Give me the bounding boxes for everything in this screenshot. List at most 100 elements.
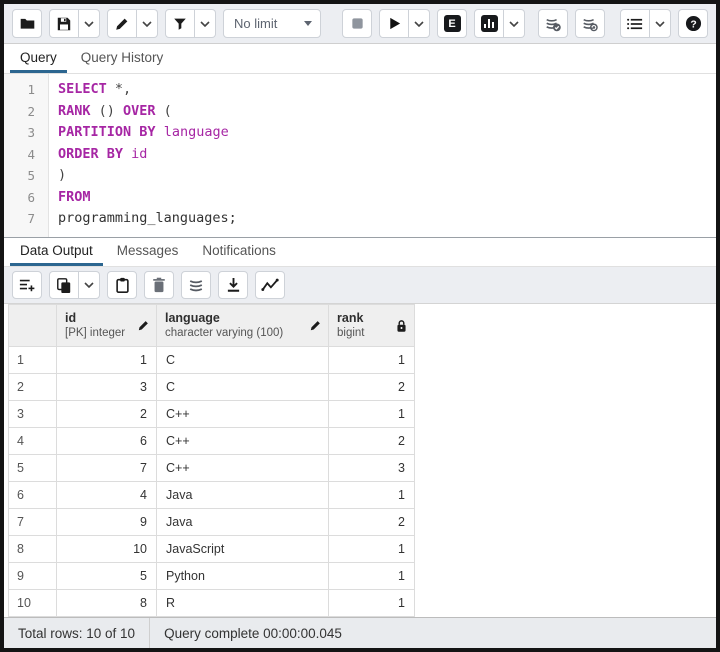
edit-options-button[interactable] (137, 9, 158, 38)
line-number: 4 (4, 144, 48, 166)
row-number-cell[interactable]: 10 (9, 590, 57, 617)
code-line[interactable]: 1SELECT *, (4, 79, 716, 101)
cell-language[interactable]: C (157, 347, 329, 374)
table-row: 64Java1 (9, 482, 415, 509)
cell-rank[interactable]: 3 (329, 455, 415, 482)
save-options-button[interactable] (79, 9, 100, 38)
row-number-cell[interactable]: 4 (9, 428, 57, 455)
code-line[interactable]: 4ORDER BY id (4, 144, 716, 166)
cell-id[interactable]: 7 (57, 455, 157, 482)
cell-language[interactable]: C++ (157, 401, 329, 428)
data-output-toolbar (4, 267, 716, 304)
row-number-cell[interactable]: 2 (9, 374, 57, 401)
code-line[interactable]: 7programming_languages; (4, 208, 716, 230)
save-button[interactable] (49, 9, 79, 38)
copy-options-button[interactable] (79, 271, 100, 299)
explain-button[interactable]: E (437, 9, 467, 38)
cell-language[interactable]: C++ (157, 455, 329, 482)
cell-id[interactable]: 2 (57, 401, 157, 428)
cell-language[interactable]: Java (157, 509, 329, 536)
column-header-id[interactable]: id [PK] integer (57, 305, 157, 347)
line-number: 6 (4, 187, 48, 209)
cell-language[interactable]: R (157, 590, 329, 617)
cell-id[interactable]: 6 (57, 428, 157, 455)
cell-id[interactable]: 4 (57, 482, 157, 509)
sql-lines: 1SELECT *,2RANK () OVER (3PARTITION BY l… (4, 79, 716, 230)
editor-tabbar: Query Query History (4, 44, 716, 74)
save-data-changes-button[interactable] (181, 271, 211, 299)
code-line[interactable]: 3PARTITION BY language (4, 122, 716, 144)
cell-id[interactable]: 8 (57, 590, 157, 617)
row-number-cell[interactable]: 9 (9, 563, 57, 590)
tab-data-output[interactable]: Data Output (10, 238, 103, 266)
cell-id[interactable]: 10 (57, 536, 157, 563)
cell-id[interactable]: 5 (57, 563, 157, 590)
delete-row-button[interactable] (144, 271, 174, 299)
edit-button[interactable] (107, 9, 137, 38)
row-number-cell[interactable]: 8 (9, 536, 57, 563)
row-number-cell[interactable]: 5 (9, 455, 57, 482)
explain-analyze-button[interactable] (474, 9, 504, 38)
cell-id[interactable]: 1 (57, 347, 157, 374)
add-row-button[interactable] (12, 271, 42, 299)
cell-rank[interactable]: 1 (329, 482, 415, 509)
select-all-corner[interactable] (9, 305, 57, 347)
cell-id[interactable]: 9 (57, 509, 157, 536)
sql-editor[interactable]: 1SELECT *,2RANK () OVER (3PARTITION BY l… (4, 74, 716, 237)
cell-rank[interactable]: 1 (329, 590, 415, 617)
column-header-language[interactable]: language character varying (100) (157, 305, 329, 347)
table-row: 79Java2 (9, 509, 415, 536)
execute-options-button[interactable] (409, 9, 430, 38)
tab-query[interactable]: Query (10, 44, 67, 73)
row-number-cell[interactable]: 3 (9, 401, 57, 428)
clipboard-icon (115, 277, 130, 294)
cell-rank[interactable]: 2 (329, 374, 415, 401)
execute-button[interactable] (379, 9, 409, 38)
explain-options-button[interactable] (504, 9, 525, 38)
table-row: 46C++2 (9, 428, 415, 455)
filter-button[interactable] (165, 9, 195, 38)
tab-messages[interactable]: Messages (107, 238, 189, 266)
cell-language[interactable]: Java (157, 482, 329, 509)
cell-rank[interactable]: 1 (329, 563, 415, 590)
tab-data-output-label: Data Output (20, 243, 93, 258)
svg-text:?: ? (690, 19, 696, 30)
cell-rank[interactable]: 1 (329, 347, 415, 374)
download-csv-button[interactable] (218, 271, 248, 299)
results-grid-area: id [PK] integer language ch (4, 304, 716, 617)
cell-rank[interactable]: 1 (329, 401, 415, 428)
code-line[interactable]: 2RANK () OVER ( (4, 101, 716, 123)
filter-options-button[interactable] (195, 9, 216, 38)
row-number-cell[interactable]: 6 (9, 482, 57, 509)
tab-notifications[interactable]: Notifications (192, 238, 286, 266)
cell-language[interactable]: JavaScript (157, 536, 329, 563)
cell-rank[interactable]: 2 (329, 428, 415, 455)
copy-button[interactable] (49, 271, 79, 299)
lock-icon (395, 319, 408, 333)
macros-options-button[interactable] (650, 9, 671, 38)
rollback-button[interactable] (575, 9, 605, 38)
graph-visualiser-button[interactable] (255, 271, 285, 299)
cell-rank[interactable]: 1 (329, 536, 415, 563)
commit-button[interactable] (538, 9, 568, 38)
cell-language[interactable]: Python (157, 563, 329, 590)
help-button[interactable]: ? (678, 9, 708, 38)
database-check-icon (544, 15, 562, 33)
macros-button[interactable] (620, 9, 650, 38)
row-number-cell[interactable]: 7 (9, 509, 57, 536)
stop-button[interactable] (342, 9, 372, 38)
row-limit-select[interactable]: No limit (223, 9, 321, 38)
tab-query-history[interactable]: Query History (71, 44, 174, 73)
code-line[interactable]: 5) (4, 165, 716, 187)
row-number-cell[interactable]: 1 (9, 347, 57, 374)
column-header-rank[interactable]: rank bigint (329, 305, 415, 347)
cell-rank[interactable]: 2 (329, 509, 415, 536)
tab-messages-label: Messages (117, 243, 179, 258)
paste-button[interactable] (107, 271, 137, 299)
code-line[interactable]: 6FROM (4, 187, 716, 209)
cell-language[interactable]: C++ (157, 428, 329, 455)
open-file-button[interactable] (12, 9, 42, 38)
cell-id[interactable]: 3 (57, 374, 157, 401)
database-rollback-icon (581, 15, 599, 33)
cell-language[interactable]: C (157, 374, 329, 401)
